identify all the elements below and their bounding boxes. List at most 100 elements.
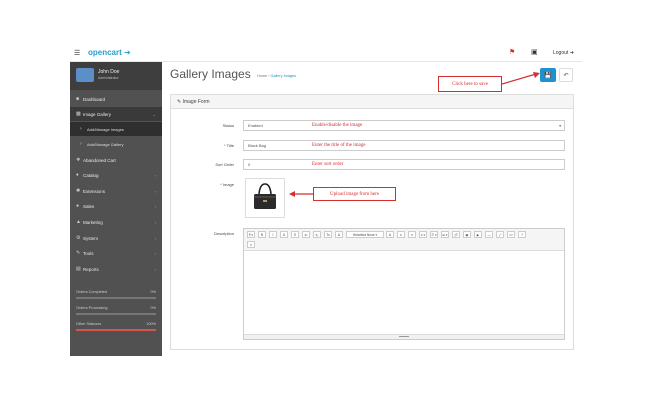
sidebar-item-sales[interactable]: ● Sales › [70,199,162,213]
sidebar-item-catalog[interactable]: ♦ Catalog › [70,168,162,182]
editor-toolbar-button[interactable]: Tx [324,231,332,238]
tag-icon: ♦ [76,172,79,178]
editor-toolbar-button[interactable]: ☰ ▾ [430,231,438,238]
stat-orders-completed: Orders Completed 0% [76,290,156,299]
annotation-arrow-upload [289,191,313,197]
image-label: * Image [220,182,234,187]
annotation-status: Enable/disable the image [312,123,363,128]
chevron-down-icon: ▾ [559,123,561,128]
editor-toolbar-button[interactable]: ≡ [397,231,405,238]
editor-toolbar-button[interactable]: Helvetica Neue ▾ [346,231,384,238]
sort-order-label: Sort Order [215,162,234,167]
editor-toolbar-button[interactable]: I [269,231,277,238]
editor-toolbar-button[interactable]: A [335,231,343,238]
share-icon: ▲ [76,219,81,225]
editor-toolbar-button[interactable]: <> [507,231,515,238]
home-icon[interactable]: ▣ [531,48,538,56]
user-role: Administrator [98,76,119,80]
chevron-right-icon: › [154,219,156,225]
chevron-down-icon: ⌄ [152,111,156,117]
editor-toolbar-button[interactable]: U [280,231,288,238]
sidebar-item-add-manage-gallery[interactable]: › Add/Manage Gallery [70,137,162,151]
back-button[interactable]: ↶ [559,68,573,82]
editor-toolbar-button[interactable]: ? [518,231,526,238]
sidebar-item-dashboard[interactable]: ■ Dashboard [70,92,162,106]
editor-toolbar-button[interactable]: B [258,231,266,238]
editor-toolbar-button[interactable]: 🔗 [452,231,460,238]
editor-toolbar-button[interactable]: x² [302,231,310,238]
logout-link[interactable]: Logout ➜ [553,50,574,56]
logo[interactable]: opencart ➔ [88,48,131,57]
title-label: * Title [223,143,234,148]
puzzle-icon: ✱ [76,188,81,194]
sort-order-input[interactable]: 0 [243,159,565,170]
chevron-right-icon: › [154,266,156,272]
bell-icon[interactable]: ⚑ [509,48,515,56]
annotation-sort: Enter sort order [312,162,344,167]
sidebar-item-reports[interactable]: ▤ Reports › [70,262,162,276]
sidebar-item-system[interactable]: ⚙ System › [70,231,162,245]
status-select[interactable]: Enabled ▾ [243,120,565,131]
order-stats: Orders Completed 0% Orders Processing 0% O… [76,286,156,348]
editor-toolbar-button[interactable]: ▣ [463,231,471,238]
chevron-right-icon: › [154,203,156,209]
gear-icon: ⚙ [76,235,81,241]
image-thumbnail[interactable] [245,178,285,218]
bullet-icon: › [80,126,82,132]
annotation-save: Click here to save [438,76,502,92]
bullet-icon: › [80,141,82,147]
logout-icon: ➜ [569,50,574,56]
breadcrumb-current[interactable]: Gallery Images [271,74,297,78]
panel-title: ✎ Image Form [177,99,210,105]
cart-icon: ➔ [124,48,131,57]
editor-toolbar-button[interactable]: ¶ ▾ [247,231,255,238]
stat-other-statuses: Other Statuses 100% [76,322,156,331]
stat-orders-processing: Orders Processing 0% [76,306,156,315]
sidebar-item-marketing[interactable]: ▲ Marketing › [70,215,162,229]
description-label: Description [213,231,234,236]
annotation-arrow-save [501,72,540,85]
chevron-right-icon: › [154,235,156,241]
page-title: Gallery Images [170,67,251,81]
editor-toolbar-button[interactable]: ▾ [247,241,255,248]
panel-heading [171,95,573,109]
editor-toolbar-button[interactable]: ▶ [474,231,482,238]
handbag-image [254,183,276,209]
cart-icon: ❖ [76,157,81,163]
user-name: John Doe [98,69,120,75]
editor-toolbar-button[interactable]: A [386,231,394,238]
editor-toolbar-button[interactable]: ≡ [408,231,416,238]
chevron-right-icon: › [154,172,156,178]
top-header [70,44,582,62]
status-label: Status [222,123,234,128]
stat-fill [76,329,156,331]
wrench-icon: ✎ [76,250,81,256]
bars-icon[interactable]: ☰ [74,49,80,57]
editor-toolbar-button[interactable]: S [291,231,299,238]
chevron-right-icon: › [154,250,156,256]
avatar[interactable] [76,68,94,82]
save-button[interactable]: 💾 [540,68,556,82]
reply-icon: ↶ [563,72,569,79]
chart-icon: ▤ [76,266,81,272]
sidebar-item-extensions[interactable]: ✱ Extensions › [70,184,162,198]
editor-toolbar-button[interactable]: ⊞ ▾ [441,231,449,238]
dashboard-icon: ■ [76,96,80,102]
sidebar-item-add-manage-images[interactable]: › Add/Manage Images [70,122,162,136]
sidebar-item-image-gallery[interactable]: ▩ Image Gallery ⌄ [70,107,162,121]
breadcrumb-home[interactable]: Home [257,74,267,78]
title-input[interactable]: Black Bag [243,140,565,151]
image-icon: ▩ [76,111,81,117]
editor-toolbar-button[interactable]: ⤢ [496,231,504,238]
save-icon: 💾 [544,72,552,79]
breadcrumb: Home › Gallery Images [257,74,297,78]
editor-toolbar-button[interactable]: ≡ ▾ [419,231,427,238]
sidebar-item-tools[interactable]: ✎ Tools › [70,246,162,260]
pencil-icon: ✎ [177,99,182,105]
annotation-title: Enter the title of the image [312,143,366,148]
sidebar-item-abandoned-cart[interactable]: ❖ Abandoned Cart [70,153,162,167]
editor-toolbar-button[interactable]: x₂ [313,231,321,238]
resize-grip-icon[interactable] [399,336,409,337]
cart-icon: ● [76,203,80,209]
editor-toolbar-button[interactable]: ― [485,231,493,238]
